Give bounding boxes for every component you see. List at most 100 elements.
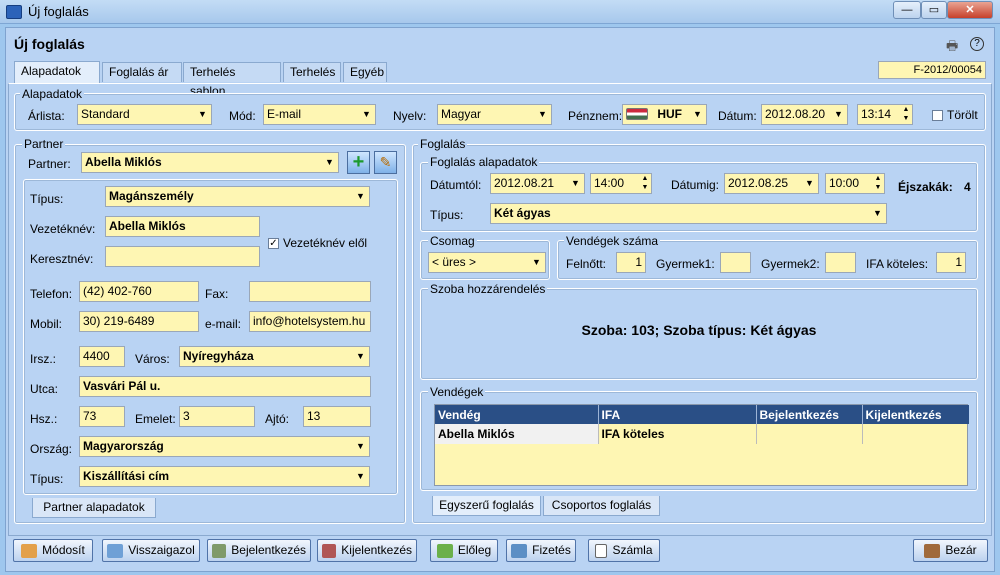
partner-group-label: Partner <box>22 137 66 151</box>
tab-alapadatok[interactable]: Alapadatok <box>14 61 100 83</box>
payment-label: Fizetés <box>532 543 571 557</box>
city-label: Város: <box>135 352 170 366</box>
child2-input[interactable] <box>825 252 856 273</box>
child1-input[interactable] <box>720 252 751 273</box>
room-type-label: Típus: <box>430 208 464 222</box>
price-list-select[interactable]: Standard ▼ <box>77 104 212 125</box>
deleted-checkbox[interactable] <box>932 110 943 121</box>
guests-count-label: Vendégek száma <box>564 234 661 248</box>
adult-label: Felnőtt: <box>566 257 607 271</box>
col-checkout[interactable]: Kijelentkezés <box>862 405 969 424</box>
close-button[interactable]: Bezár <box>913 539 988 562</box>
firstname-input[interactable] <box>105 246 260 267</box>
lastname-first-checkbox[interactable]: ✓ <box>268 238 279 249</box>
nights-label: Éjszakák: <box>898 180 953 194</box>
chevron-down-icon: ▼ <box>352 187 369 206</box>
lang-select[interactable]: Magyar ▼ <box>437 104 552 125</box>
room-type-select[interactable]: Két ágyas ▼ <box>490 203 887 224</box>
invoice-label: Számla <box>612 543 653 557</box>
addrtype-select[interactable]: Kiszállítási cím ▼ <box>79 466 370 487</box>
chevron-down-icon: ▼ <box>689 105 706 124</box>
page-title: Új foglalás <box>14 36 85 52</box>
print-icon[interactable]: 🖶 <box>946 37 958 59</box>
adult-input[interactable]: 1 <box>616 252 646 273</box>
tax-input[interactable]: 1 <box>936 252 966 273</box>
basic-group-label: Alapadatok <box>20 87 85 101</box>
confirm-button[interactable]: Visszaigazol <box>102 539 200 562</box>
spin-icon[interactable]: ▲ ▼ <box>900 105 912 124</box>
date-label: Dátum: <box>718 109 757 123</box>
country-select[interactable]: Magyarország ▼ <box>79 436 370 457</box>
currency-select[interactable]: HUF ▼ <box>622 104 707 125</box>
hsz-input[interactable]: 73 <box>79 406 125 427</box>
tab-simple-booking[interactable]: Egyszerű foglalás <box>432 496 541 516</box>
city-value: Nyíregyháza <box>183 349 254 363</box>
tab-terheles[interactable]: Terhelés <box>283 62 341 82</box>
phone-input[interactable]: (42) 402-760 <box>79 281 199 302</box>
minimize-button[interactable]: — <box>893 1 921 19</box>
pencil-icon: ✎ <box>379 154 392 170</box>
tab-terheles-sablon[interactable]: Terhelés sablon <box>183 62 281 98</box>
room-assign-text: Szoba: 103; Szoba típus: Két ágyas <box>581 322 817 338</box>
mobile-input[interactable]: 30) 219-6489 <box>79 311 199 332</box>
tab-foglalas-ar[interactable]: Foglalás ár <box>102 62 182 82</box>
street-label: Utca: <box>30 382 59 396</box>
table-row[interactable]: Abella Miklós IFA köteles <box>435 424 969 444</box>
chevron-down-icon: ▼ <box>869 204 886 223</box>
from-time-value: 14:00 <box>594 176 625 190</box>
chevron-down-icon: ▼ <box>321 153 338 172</box>
cell-checkin <box>756 424 863 444</box>
payment-button[interactable]: Fizetés <box>506 539 576 562</box>
spin-icon[interactable]: ▲ ▼ <box>872 174 884 193</box>
booking-group-label: Foglalás <box>418 137 468 151</box>
from-time-input[interactable]: 14:00 ▲ ▼ <box>590 173 652 194</box>
from-date-picker[interactable]: 2012.08.21 ▼ <box>490 173 585 194</box>
door-input[interactable]: 13 <box>303 406 371 427</box>
checkin-button[interactable]: Bejelentkezés <box>207 539 311 562</box>
partner-select[interactable]: Abella Miklós ▼ <box>81 152 339 173</box>
fax-input[interactable] <box>249 281 371 302</box>
lastname-input[interactable]: Abella Miklós <box>105 216 260 237</box>
email-input[interactable]: info@hotelsystem.hu <box>249 311 371 332</box>
street-input[interactable]: Vasvári Pál u. <box>79 376 371 397</box>
deposit-button[interactable]: Előleg <box>430 539 498 562</box>
package-select[interactable]: < üres > ▼ <box>428 252 546 273</box>
invoice-button[interactable]: Számla <box>588 539 660 562</box>
close-window-button[interactable]: ✕ <box>947 1 993 19</box>
date-picker[interactable]: 2012.08.20 ▼ <box>761 104 848 125</box>
city-select[interactable]: Nyíregyháza ▼ <box>179 346 370 367</box>
help-icon[interactable]: ? <box>970 37 984 51</box>
to-time-input[interactable]: 10:00 ▲ ▼ <box>825 173 885 194</box>
col-tax[interactable]: IFA <box>598 405 757 424</box>
col-checkin[interactable]: Bejelentkezés <box>756 405 863 424</box>
checkout-label: Kijelentkezés <box>341 543 412 557</box>
col-guest[interactable]: Vendég <box>435 405 599 424</box>
maximize-button[interactable]: ▭ <box>921 1 947 19</box>
floor-input[interactable]: 3 <box>179 406 255 427</box>
mode-label: Mód: <box>229 109 256 123</box>
package-group-label: Csomag <box>428 234 477 248</box>
booking-basics-label: Foglalás alapadatok <box>428 155 540 169</box>
tab-partner-basics[interactable]: Partner alapadatok <box>32 498 156 518</box>
modify-button[interactable]: Módosít <box>13 539 93 562</box>
time-input[interactable]: 13:14 ▲ ▼ <box>857 104 913 125</box>
deposit-label: Előleg <box>457 543 492 557</box>
tab-egyeb[interactable]: Egyéb <box>343 62 387 82</box>
checkout-button[interactable]: Kijelentkezés <box>317 539 417 562</box>
close-label: Bezár <box>945 543 977 557</box>
spin-icon[interactable]: ▲ ▼ <box>639 174 651 193</box>
edit-partner-button[interactable]: ✎ <box>374 151 397 174</box>
modify-label: Módosít <box>42 543 85 557</box>
mode-select[interactable]: E-mail ▼ <box>263 104 376 125</box>
tab-group-booking[interactable]: Csoportos foglalás <box>543 496 660 516</box>
to-time-value: 10:00 <box>829 176 860 190</box>
zip-input[interactable]: 4400 <box>79 346 125 367</box>
partner-type-select[interactable]: Magánszemély ▼ <box>105 186 370 207</box>
to-date-value: 2012.08.25 <box>728 176 789 190</box>
to-date-picker[interactable]: 2012.08.25 ▼ <box>724 173 819 194</box>
add-partner-button[interactable]: + <box>347 151 370 174</box>
document-icon <box>595 543 608 558</box>
fax-label: Fax: <box>205 287 229 301</box>
door-label: Ajtó: <box>265 412 290 426</box>
firstname-label: Keresztnév: <box>30 252 94 266</box>
